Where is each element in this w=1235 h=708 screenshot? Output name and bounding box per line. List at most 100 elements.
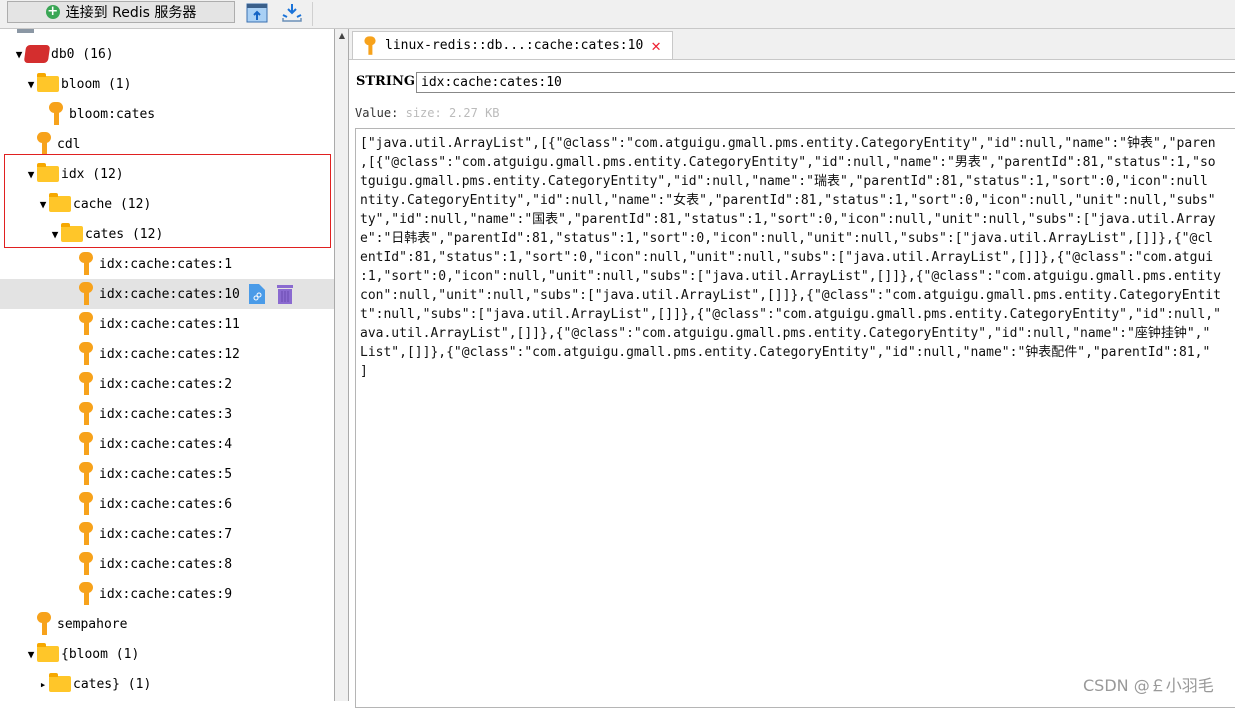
tree-item[interactable]: ▼ db0 (16) [0,39,334,69]
tree-item[interactable]: cdl [0,129,334,159]
value-line: ava.util.ArrayList",[]]},{"@class":"com.… [360,326,1211,341]
tree-item-label: idx:cache:cates:2 [99,376,233,392]
tree-item-label: idx:cache:cates:3 [99,406,233,422]
value-line: con":null,"unit":null,"subs":["java.util… [360,288,1221,303]
copy-link-icon[interactable] [248,283,266,305]
tree-item[interactable]: ▼ cache (12) [0,189,334,219]
tree-item[interactable]: idx:cache:cates:7 [0,519,334,549]
value-line: entId":81,"status":1,"sort":0,"icon":nul… [360,250,1214,265]
tree-item[interactable]: idx:cache:cates:9 [0,579,334,609]
folder-icon [37,643,59,662]
connect-redis-button[interactable]: + 连接到 Redis 服务器 [7,1,235,23]
import-icon[interactable] [246,3,268,23]
key-tree: ▼ db0 (16) ▼ bloom (1) bloom:cates cdl ▼ idx (1… [0,29,335,701]
key-icon [37,132,51,156]
watermark: CSDN @￡小羽毛 [1083,676,1214,695]
value-line: :1,"sort":0,"icon":null,"unit":null,"sub… [360,269,1221,284]
key-icon [79,342,93,366]
expanded-arrow-icon[interactable]: ▼ [37,198,49,211]
plus-icon: + [45,4,60,19]
tree-item[interactable]: idx:cache:cates:4 [0,429,334,459]
tree-item-label: idx:cache:cates:6 [99,496,233,512]
tree-item[interactable]: idx:cache:cates:12 [0,339,334,369]
tree-item-label: bloom (1) [61,76,132,92]
key-icon [79,252,93,276]
expanded-arrow-icon[interactable]: ▼ [25,168,37,181]
value-line: List",[]]},{"@class":"com.atguigu.gmall.… [360,345,1211,360]
tree-item[interactable]: bloom:cates [0,99,334,129]
value-label: Value: size: 2.27 KB [355,106,500,120]
tree-item-label: idx:cache:cates:4 [99,436,233,452]
tree-item[interactable]: idx:cache:cates:8 [0,549,334,579]
value-line: ,[{"@class":"com.atguigu.gmall.pms.entit… [360,155,1216,170]
key-icon [79,492,93,516]
expanded-arrow-icon[interactable]: ▼ [49,228,61,241]
tree-item[interactable]: idx:cache:cates:3 [0,399,334,429]
tree-top-scroll-remnant [17,29,34,33]
key-name-input[interactable] [416,72,1235,93]
value-line: ntity.CategoryEntity","id":null,"name":"… [360,193,1216,208]
value-line: ty","id":null,"name":"国表","parentId":81,… [360,212,1216,227]
expanded-arrow-icon[interactable]: ▼ [25,78,37,91]
tree-item[interactable]: ▼ idx (12) [0,159,334,189]
key-icon [79,582,93,606]
tree-item-label: idx (12) [61,166,124,182]
tab-title: linux-redis::db...:cache:cates:10 [385,38,644,53]
folder-icon [61,223,83,242]
tree-item-label: idx:cache:cates:10 [99,286,240,302]
scroll-up-arrow[interactable]: ▲ [335,29,349,43]
connect-label: 连接到 Redis 服务器 [65,5,197,21]
value-line: t":null,"subs":["java.util.ArrayList",[]… [360,307,1221,322]
value-size: size: 2.27 KB [405,106,500,120]
tree-item[interactable]: idx:cache:cates:2 [0,369,334,399]
tree-item[interactable]: sempahore [0,609,334,639]
value-textarea[interactable]: ["java.util.ArrayList",[{"@class":"com.a… [355,128,1235,708]
expanded-arrow-icon[interactable]: ▼ [25,648,37,661]
value-line: tguigu.gmall.pms.entity.CategoryEntity",… [360,174,1208,189]
close-tab-icon[interactable]: ✕ [651,36,661,55]
key-icon [37,612,51,636]
value-caption: Value: [355,106,399,120]
key-icon [79,282,93,306]
tree-item-label: idx:cache:cates:11 [99,316,240,332]
type-label: STRING: [356,74,420,89]
key-icon [79,552,93,576]
tree-item-label: cache (12) [73,196,152,212]
tree-item[interactable]: ▼ bloom (1) [0,69,334,99]
tree-item[interactable]: idx:cache:cates:1 [0,249,334,279]
tree-item[interactable]: idx:cache:cates:11 [0,309,334,339]
tree-item-label: idx:cache:cates:7 [99,526,233,542]
key-icon [79,522,93,546]
row-actions [248,283,294,305]
tree-scrollbar[interactable]: ▲ [335,29,349,701]
collapsed-arrow-icon[interactable]: ▸ [37,678,49,691]
key-icon [79,402,93,426]
tab-key-view[interactable]: linux-redis::db...:cache:cates:10 ✕ [352,31,673,59]
folder-icon [37,73,59,92]
tree-item-label: cates} (1) [73,676,152,692]
value-line: e":"日韩表","parentId":81,"status":1,"sort"… [360,231,1213,246]
delete-icon[interactable] [276,283,294,305]
tree-item-label: idx:cache:cates:8 [99,556,233,572]
tree-item[interactable]: ▼ cates (12) [0,219,334,249]
export-icon[interactable] [281,3,303,23]
tree-item[interactable]: ▸ cates} (1) [0,669,334,699]
tree-item-label: bloom:cates [69,106,156,122]
tree-item-label: idx:cache:cates:9 [99,586,233,602]
key-icon [364,35,376,55]
toolbar: + 连接到 Redis 服务器 [0,0,1235,29]
tree-item-label: idx:cache:cates:12 [99,346,240,362]
key-icon [79,372,93,396]
tree-item-label: idx:cache:cates:5 [99,466,233,482]
toolbar-separator [312,2,313,26]
expanded-arrow-icon[interactable]: ▼ [13,48,25,61]
value-line: ] [360,364,368,379]
folder-icon [49,193,71,212]
tree-item[interactable]: idx:cache:cates:10 [0,279,334,309]
tree-item-label: idx:cache:cates:1 [99,256,233,272]
tree-item[interactable]: idx:cache:cates:5 [0,459,334,489]
tree-item[interactable]: ▼ {bloom (1) [0,639,334,669]
tree-item-label: sempahore [57,616,128,632]
key-icon [79,312,93,336]
tree-item[interactable]: idx:cache:cates:6 [0,489,334,519]
